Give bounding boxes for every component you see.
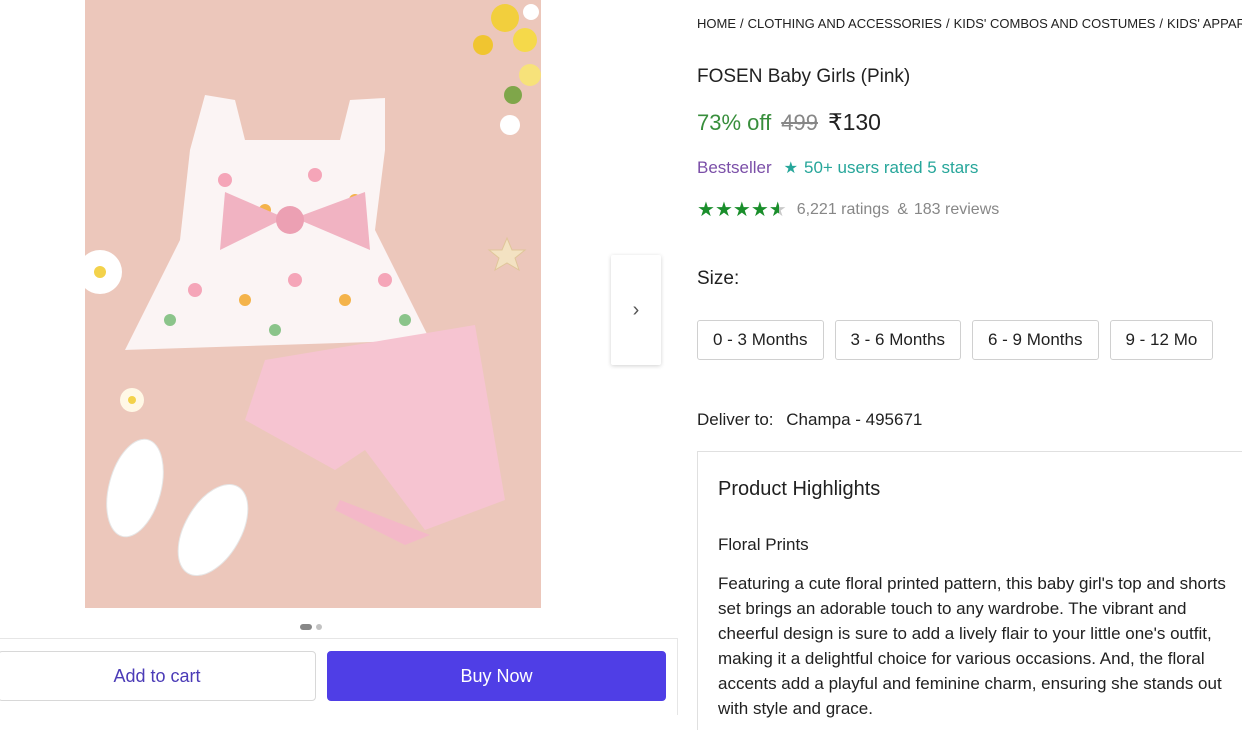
next-image-button[interactable]: › bbox=[611, 255, 661, 365]
product-highlights: Product Highlights Floral Prints Featuri… bbox=[697, 451, 1242, 730]
star-badge-icon: ★ bbox=[783, 160, 798, 177]
breadcrumb-item[interactable]: KIDS' COMBOS AND COSTUMES bbox=[954, 16, 1156, 31]
star-icon: ★ bbox=[714, 199, 733, 221]
chevron-right-icon: › bbox=[632, 298, 640, 321]
breadcrumb-separator: / bbox=[740, 16, 744, 31]
gallery-dot-active[interactable] bbox=[300, 624, 312, 630]
breadcrumb: HOME / CLOTHING AND ACCESSORIES / KIDS' COMB… bbox=[697, 16, 1242, 31]
ratings-count: 6,221 ratings bbox=[796, 201, 890, 218]
rating-stars: ★ ★ ★ ★ ★ bbox=[697, 200, 787, 220]
rated-badge-label: 50+ users rated 5 stars bbox=[803, 158, 979, 177]
product-image[interactable] bbox=[85, 0, 541, 608]
breadcrumb-separator: / bbox=[1159, 16, 1164, 31]
delivery-location[interactable]: Champa - 495671 bbox=[786, 410, 922, 429]
reviews-count: 183 reviews bbox=[913, 201, 1000, 218]
size-label: Size: bbox=[697, 268, 740, 289]
product-title: FOSEN Baby Girls (Pink) bbox=[697, 66, 911, 87]
original-price: 499 bbox=[781, 110, 818, 135]
buy-now-button[interactable]: Buy Now bbox=[327, 651, 666, 701]
breadcrumb-separator: / bbox=[945, 16, 950, 31]
star-icon: ★ bbox=[697, 199, 715, 221]
highlights-description: Featuring a cute floral printed pattern,… bbox=[718, 574, 1226, 718]
ampersand: & bbox=[897, 201, 908, 218]
size-option-6-9[interactable]: 6 - 9 Months bbox=[972, 320, 1099, 360]
discount-percent: 73% off bbox=[697, 110, 772, 135]
breadcrumb-item[interactable]: HOME bbox=[697, 16, 736, 31]
product-photo bbox=[85, 0, 541, 608]
breadcrumb-item[interactable]: KIDS' APPAREL bbox=[1167, 16, 1242, 31]
size-option-0-3[interactable]: 0 - 3 Months bbox=[697, 320, 824, 360]
price-row: 73% off 499 ₹130 bbox=[697, 109, 881, 136]
selling-price: ₹130 bbox=[827, 109, 881, 135]
deliver-label: Deliver to: bbox=[697, 410, 774, 429]
delivery-row: Deliver to: Champa - 495671 bbox=[697, 410, 922, 430]
rated-badge: ★ 50+ users rated 5 stars bbox=[784, 158, 979, 178]
rating-row[interactable]: ★ ★ ★ ★ ★ 6,221 ratings & 183 reviews bbox=[697, 200, 999, 220]
add-to-cart-button[interactable]: Add to cart bbox=[0, 651, 316, 701]
breadcrumb-item[interactable]: CLOTHING AND ACCESSORIES bbox=[748, 16, 942, 31]
action-bar: Add to cart Buy Now bbox=[0, 638, 678, 715]
star-icon: ★ bbox=[750, 199, 769, 221]
size-option-9-12[interactable]: 9 - 12 Mo bbox=[1109, 320, 1214, 360]
size-options: 0 - 3 Months 3 - 6 Months 6 - 9 Months 9… bbox=[697, 320, 1214, 360]
highlights-title: Product Highlights bbox=[718, 478, 881, 500]
gallery-pagination bbox=[300, 624, 322, 630]
size-option-3-6[interactable]: 3 - 6 Months bbox=[834, 320, 961, 360]
star-icon: ★ bbox=[732, 199, 751, 221]
bestseller-badge: Bestseller bbox=[697, 158, 772, 177]
badge-row: Bestseller ★ 50+ users rated 5 stars bbox=[697, 158, 978, 178]
half-star-icon: ★ bbox=[768, 199, 787, 221]
gallery-dot[interactable] bbox=[316, 624, 322, 630]
highlights-subtitle: Floral Prints bbox=[718, 535, 809, 554]
